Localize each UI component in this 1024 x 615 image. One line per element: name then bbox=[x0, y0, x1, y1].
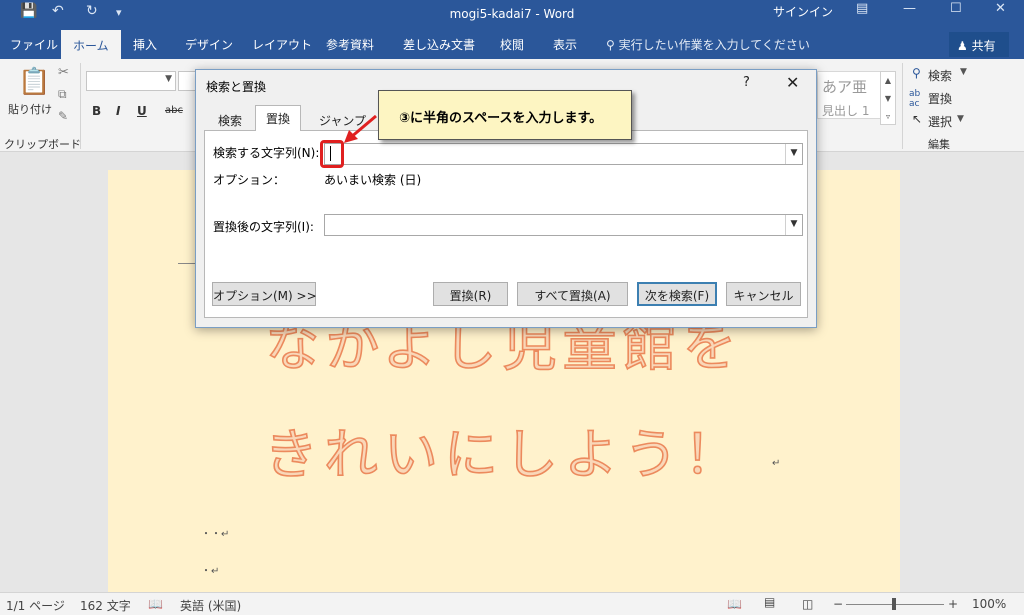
paste-icon[interactable]: 📋 bbox=[18, 67, 50, 97]
dialog-close-icon[interactable]: ✕ bbox=[786, 73, 799, 92]
read-mode-icon[interactable]: 📖 bbox=[727, 597, 742, 611]
style-gallery-scroll[interactable]: ▲ ▼ ▿ bbox=[880, 71, 896, 125]
share-button[interactable]: ♟ 共有 bbox=[949, 32, 1009, 57]
copy-icon[interactable]: ⧉ bbox=[58, 87, 67, 102]
replace-with-label: 置換後の文字列(I): bbox=[213, 220, 314, 234]
tab-references[interactable]: 参考資料 bbox=[326, 36, 374, 53]
paragraph-dots: ・・↵ bbox=[201, 529, 230, 540]
cursor-icon[interactable]: ↖ bbox=[912, 112, 922, 126]
tab-file[interactable]: ファイル bbox=[10, 36, 58, 53]
style-name: 見出し 1 bbox=[822, 104, 870, 118]
title-line-2: きれいにしよう！ bbox=[263, 422, 744, 487]
format-painter-icon[interactable]: ✎ bbox=[58, 109, 68, 123]
italic-button[interactable]: I bbox=[116, 104, 120, 118]
language-indicator[interactable]: 英語 (米国) bbox=[180, 597, 241, 614]
ribbon-tabs: ファイル ホーム 挿入 デザイン レイアウト 参考資料 差し込み文書 校閲 表示… bbox=[0, 30, 1024, 59]
chevron-down-icon: ▼ bbox=[165, 74, 172, 84]
search-icon[interactable]: ⚲ bbox=[912, 66, 921, 80]
find-what-label: 検索する文字列(N): bbox=[213, 146, 320, 160]
paste-button[interactable]: 貼り付け bbox=[8, 101, 52, 117]
close-icon[interactable]: ✕ bbox=[995, 1, 1006, 16]
ribbon-display-icon[interactable]: ▤ bbox=[856, 1, 868, 16]
print-layout-icon[interactable]: ▤ bbox=[764, 595, 775, 609]
title-bar: 💾 ↶ ↻ ▾ mogi5-kadai7 - Word サインイン ▤ — ☐ … bbox=[0, 0, 1024, 30]
dialog-title: 検索と置換 bbox=[206, 80, 267, 94]
tell-me-box[interactable]: ⚲ 実行したい作業を入力してください bbox=[606, 36, 810, 53]
font-name-combo[interactable]: ▼ bbox=[86, 71, 176, 91]
page-count[interactable]: 1/1 ページ bbox=[6, 597, 65, 614]
tab-home[interactable]: ホーム bbox=[61, 30, 121, 59]
share-label: 共有 bbox=[971, 39, 996, 53]
group-divider bbox=[902, 63, 903, 149]
tab-replace[interactable]: 置換 bbox=[255, 105, 302, 131]
status-bar: 1/1 ページ 162 文字 📖 英語 (米国) 📖 ▤ ◫ − + 100% bbox=[0, 592, 1024, 615]
dialog-panel: 検索する文字列(N): ▼ オプション： あいまい検索 (日) 置換後の文字列(… bbox=[204, 130, 808, 318]
replace-button[interactable]: 置換 bbox=[928, 90, 952, 107]
options-value: あいまい検索 (日) bbox=[324, 173, 422, 187]
cut-icon[interactable]: ✂ bbox=[58, 65, 69, 80]
options-label: オプション： bbox=[213, 173, 286, 187]
underline-button[interactable]: U bbox=[137, 104, 147, 118]
more-options-button[interactable]: オプション(M) >> bbox=[212, 282, 317, 306]
replace-icon[interactable]: ab ac bbox=[909, 89, 920, 109]
find-what-input[interactable]: ▼ bbox=[324, 143, 803, 165]
text-cursor bbox=[330, 146, 331, 161]
tab-insert[interactable]: 挿入 bbox=[133, 36, 157, 53]
find-button[interactable]: 検索 bbox=[928, 67, 952, 84]
lightbulb-icon: ⚲ bbox=[606, 38, 615, 52]
arrow-icon bbox=[344, 114, 377, 143]
find-next-button[interactable]: 次を検索(F) bbox=[637, 282, 717, 306]
word-count[interactable]: 162 文字 bbox=[80, 597, 131, 614]
paragraph-mark: ↵ bbox=[772, 458, 781, 469]
paragraph-dot: ・↵ bbox=[201, 566, 220, 577]
help-button[interactable]: ? bbox=[743, 75, 750, 90]
style-sample: あア亜 bbox=[822, 78, 868, 96]
person-icon: ♟ bbox=[957, 39, 968, 53]
instruction-callout: ③に半角のスペースを入力します。 bbox=[378, 90, 632, 140]
style-gallery-item[interactable]: あア亜 見出し 1 bbox=[817, 71, 881, 119]
select-button[interactable]: 選択 bbox=[928, 113, 952, 130]
zoom-out-icon[interactable]: − bbox=[833, 597, 843, 611]
chevron-down-icon: ▼ bbox=[960, 67, 967, 77]
zoom-in-icon[interactable]: + bbox=[948, 597, 958, 611]
minimize-icon[interactable]: — bbox=[903, 1, 916, 16]
chevron-down-icon[interactable]: ▼ bbox=[785, 215, 802, 235]
zoom-slider-thumb[interactable] bbox=[892, 598, 896, 610]
chevron-down-icon: ▼ bbox=[957, 114, 964, 124]
web-layout-icon[interactable]: ◫ bbox=[802, 597, 813, 611]
bold-button[interactable]: B bbox=[92, 104, 101, 118]
clipboard-group-label: クリップボード bbox=[4, 138, 81, 151]
zoom-level[interactable]: 100% bbox=[972, 597, 1006, 611]
maximize-icon[interactable]: ☐ bbox=[950, 1, 962, 16]
group-divider bbox=[80, 63, 81, 149]
tab-find[interactable]: 検索 bbox=[208, 108, 252, 130]
tab-design[interactable]: デザイン bbox=[185, 36, 233, 53]
tab-mailings[interactable]: 差し込み文書 bbox=[403, 36, 475, 53]
strikethrough-button[interactable]: abc bbox=[165, 105, 183, 116]
window-title: mogi5-kadai7 - Word bbox=[449, 7, 575, 21]
signin-link[interactable]: サインイン bbox=[773, 3, 833, 20]
replace-with-input[interactable]: ▼ bbox=[324, 214, 803, 236]
replace-button[interactable]: 置換(R) bbox=[433, 282, 508, 306]
replace-all-button[interactable]: すべて置換(A) bbox=[517, 282, 628, 306]
tab-view[interactable]: 表示 bbox=[553, 36, 577, 53]
tab-layout[interactable]: レイアウト bbox=[252, 36, 312, 53]
proofing-icon[interactable]: 📖 bbox=[148, 597, 163, 611]
cancel-button[interactable]: キャンセル bbox=[726, 282, 801, 306]
tab-review[interactable]: 校閲 bbox=[500, 36, 524, 53]
chevron-down-icon[interactable]: ▼ bbox=[785, 144, 802, 164]
edit-group-label: 編集 bbox=[928, 138, 950, 151]
tell-me-text: 実行したい作業を入力してください bbox=[618, 38, 810, 52]
